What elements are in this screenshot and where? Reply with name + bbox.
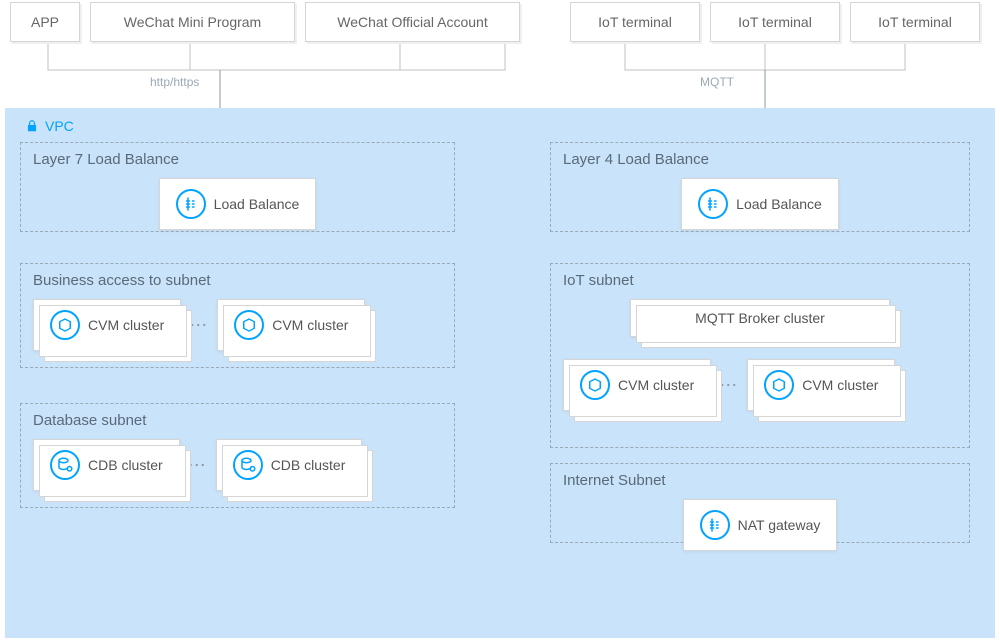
client-wechat-official: WeChat Official Account bbox=[305, 2, 520, 42]
node-mqtt-broker: MQTT Broker cluster bbox=[630, 299, 890, 337]
panel-l4-lb: Layer 4 Load Balance Load Balance bbox=[550, 142, 970, 232]
client-iot-3-label: IoT terminal bbox=[878, 14, 952, 30]
client-iot-2: IoT terminal bbox=[710, 2, 840, 42]
node-cvm-cluster-biz-2: CVM cluster bbox=[217, 299, 365, 351]
node-cdb-cluster-2: CDB cluster bbox=[216, 439, 363, 491]
node-mqtt-label: MQTT Broker cluster bbox=[695, 310, 825, 326]
panel-business-subnet: Business access to subnet CVM cluster ⋯ … bbox=[20, 263, 455, 368]
node-load-balance-l4: Load Balance bbox=[681, 178, 839, 230]
node-cvm-cluster-biz-1: CVM cluster bbox=[33, 299, 181, 351]
protocol-http-label: http/https bbox=[150, 75, 199, 89]
client-wechat-mini: WeChat Mini Program bbox=[90, 2, 295, 42]
cube-icon bbox=[234, 310, 264, 340]
load-balance-icon bbox=[698, 189, 728, 219]
node-cvm-label: CVM cluster bbox=[272, 317, 348, 333]
gateway-icon bbox=[700, 510, 730, 540]
panel-l7-title: Layer 7 Load Balance bbox=[33, 151, 442, 168]
database-icon bbox=[233, 450, 263, 480]
cube-icon bbox=[764, 370, 794, 400]
node-cdb-cluster-1: CDB cluster bbox=[33, 439, 180, 491]
panel-database-subnet: Database subnet CDB cluster ⋯ CDB cluste… bbox=[20, 403, 455, 508]
client-row: APP WeChat Mini Program WeChat Official … bbox=[0, 0, 1000, 42]
node-cvm-label: CVM cluster bbox=[618, 377, 694, 393]
node-cvm-label: CVM cluster bbox=[802, 377, 878, 393]
vpc-container: VPC Layer 7 Load Balance Load Balance Bu… bbox=[5, 108, 995, 638]
client-wechat-official-label: WeChat Official Account bbox=[337, 14, 487, 30]
client-app-label: APP bbox=[31, 14, 59, 30]
protocol-mqtt-label: MQTT bbox=[700, 75, 734, 89]
panel-iot-subnet: IoT subnet MQTT Broker cluster CVM clust… bbox=[550, 263, 970, 448]
panel-iot-title: IoT subnet bbox=[563, 272, 957, 289]
node-load-balance-l7-label: Load Balance bbox=[214, 196, 300, 212]
node-cdb-label: CDB cluster bbox=[88, 457, 163, 473]
node-load-balance-l4-label: Load Balance bbox=[736, 196, 822, 212]
ellipsis-icon: ⋯ bbox=[188, 455, 208, 476]
panel-l7-lb: Layer 7 Load Balance Load Balance bbox=[20, 142, 455, 232]
node-nat-gateway: NAT gateway bbox=[683, 499, 838, 551]
ellipsis-icon: ⋯ bbox=[189, 315, 209, 336]
panel-business-title: Business access to subnet bbox=[33, 272, 442, 289]
panel-database-title: Database subnet bbox=[33, 412, 442, 429]
node-cvm-cluster-iot-1: CVM cluster bbox=[563, 359, 711, 411]
vpc-label: VPC bbox=[25, 118, 975, 134]
node-nat-label: NAT gateway bbox=[738, 517, 821, 533]
client-wechat-mini-label: WeChat Mini Program bbox=[124, 14, 261, 30]
client-iot-1: IoT terminal bbox=[570, 2, 700, 42]
panel-l4-title: Layer 4 Load Balance bbox=[563, 151, 957, 168]
node-cvm-label: CVM cluster bbox=[88, 317, 164, 333]
node-load-balance-l7: Load Balance bbox=[159, 178, 317, 230]
node-cvm-cluster-iot-2: CVM cluster bbox=[747, 359, 895, 411]
ellipsis-icon: ⋯ bbox=[719, 375, 739, 396]
panel-internet-subnet: Internet Subnet NAT gateway bbox=[550, 463, 970, 543]
load-balance-icon bbox=[176, 189, 206, 219]
client-iot-3: IoT terminal bbox=[850, 2, 980, 42]
client-iot-2-label: IoT terminal bbox=[738, 14, 812, 30]
client-iot-1-label: IoT terminal bbox=[598, 14, 672, 30]
cube-icon bbox=[580, 370, 610, 400]
cube-icon bbox=[50, 310, 80, 340]
vpc-label-text: VPC bbox=[45, 118, 74, 134]
client-app: APP bbox=[10, 2, 80, 42]
database-icon bbox=[50, 450, 80, 480]
panel-internet-title: Internet Subnet bbox=[563, 472, 957, 489]
node-cdb-label: CDB cluster bbox=[271, 457, 346, 473]
lock-icon bbox=[25, 119, 39, 133]
